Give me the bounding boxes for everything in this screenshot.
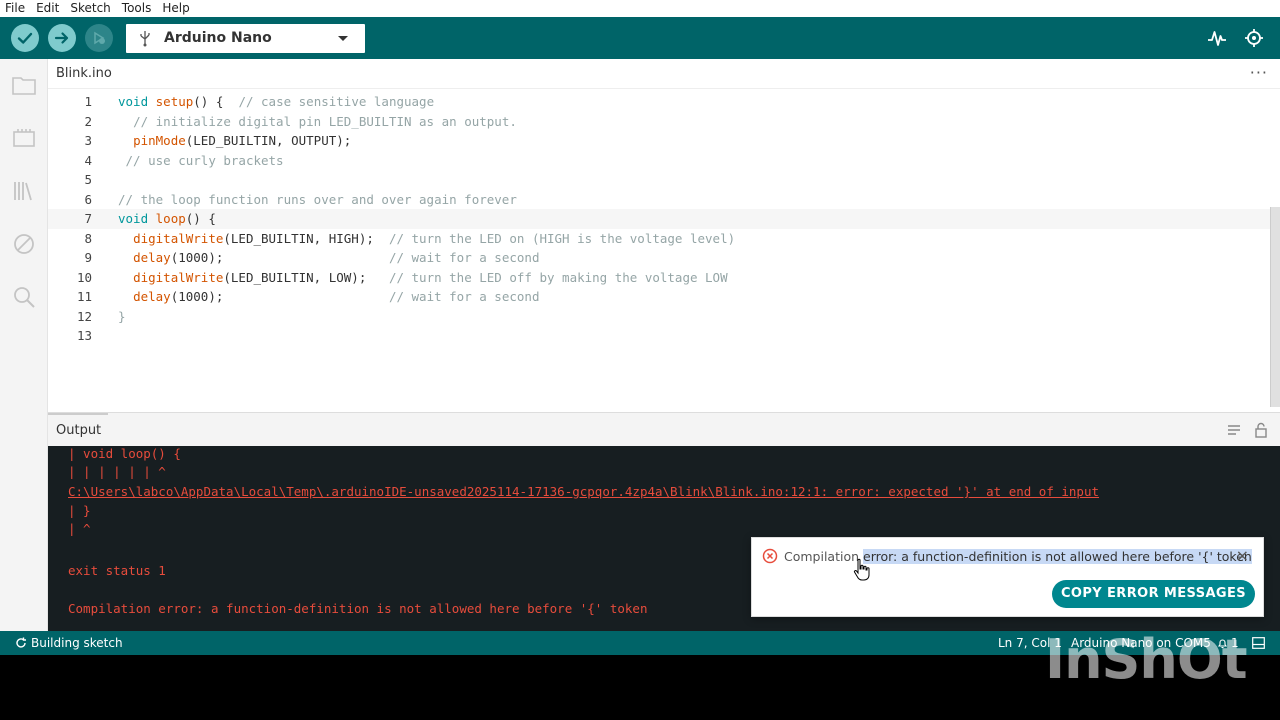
- code-line: 9 delay(1000); // wait for a second: [84, 250, 540, 265]
- toolbar: Arduino Nano: [0, 17, 1280, 59]
- arrow-right-icon: [54, 32, 69, 44]
- toggle-output-icon[interactable]: [1252, 637, 1265, 649]
- lock-icon[interactable]: [1253, 422, 1269, 438]
- code-line: 5: [84, 172, 92, 187]
- hand-cursor-icon: [853, 558, 870, 581]
- resize-handle[interactable]: [48, 413, 108, 415]
- serial-monitor-icon[interactable]: [1243, 27, 1265, 49]
- notification-message-selected: error: a function-definition is not allo…: [863, 549, 1252, 564]
- output-line-error-path: C:\Users\labco\AppData\Local\Temp\.ardui…: [68, 484, 1100, 499]
- menu-file[interactable]: File: [0, 0, 31, 17]
- debug-button[interactable]: [85, 24, 113, 52]
- usb-icon: [140, 31, 150, 47]
- output-header: Output: [48, 412, 1280, 446]
- error-icon: [762, 548, 778, 564]
- code-line: 11 delay(1000); // wait for a second: [76, 289, 540, 304]
- board-name: Arduino Nano: [164, 30, 272, 46]
- output-line: | void loop() {: [68, 446, 181, 461]
- code-line: 1 void setup() { // case sensitive langua…: [84, 94, 435, 109]
- tab-blink-ino[interactable]: Blink.ino: [48, 59, 120, 89]
- menu-tools[interactable]: Tools: [117, 0, 158, 17]
- code-line: 12}: [76, 308, 126, 324]
- output-compilation-error: Compilation error: a function-definition…: [68, 601, 648, 616]
- code-line: 2 // initialize digital pin LED_BUILTIN …: [84, 113, 517, 129]
- search-icon[interactable]: [10, 283, 38, 311]
- error-notification: Compilation error: a function-definition…: [751, 537, 1264, 617]
- status-building-label: Building sketch: [31, 636, 123, 650]
- code-line: 10 digitalWrite(LED_BUILTIN, LOW); // tu…: [76, 269, 728, 285]
- output-line: | }: [68, 503, 91, 518]
- menu-edit[interactable]: Edit: [31, 0, 65, 17]
- inshot-watermark: InShOt: [1045, 628, 1248, 691]
- upload-button[interactable]: [48, 24, 76, 52]
- code-line: 6// the loop function runs over and over…: [84, 191, 517, 207]
- chevron-down-icon: [338, 36, 348, 41]
- output-line: | ^: [68, 521, 91, 536]
- output-line: | | | | | | ^: [68, 464, 166, 479]
- clear-output-icon[interactable]: [1226, 422, 1242, 438]
- code-line: 13: [76, 328, 92, 343]
- folder-icon[interactable]: [10, 71, 38, 99]
- menu-help[interactable]: Help: [157, 0, 195, 17]
- notification-message-prefix: Compilation: [784, 549, 864, 564]
- code-editor[interactable]: 1 void setup() { // case sensitive langua…: [48, 89, 1280, 412]
- menu-bar: File Edit Sketch Tools Help: [0, 0, 1280, 17]
- sidebar: [0, 59, 48, 631]
- status-building: Building sketch: [15, 636, 123, 650]
- output-title: Output: [56, 423, 102, 438]
- code-line: 4 // use curly brackets: [84, 152, 284, 168]
- board-selector[interactable]: Arduino Nano: [126, 24, 365, 53]
- output-exit-status: exit status 1: [68, 563, 166, 578]
- serial-plotter-icon[interactable]: [1206, 27, 1228, 49]
- debug-icon: [94, 31, 105, 45]
- copy-error-messages-button[interactable]: COPY ERROR MESSAGES: [1052, 580, 1255, 608]
- close-icon[interactable]: ×: [1236, 546, 1249, 565]
- library-icon[interactable]: [10, 177, 38, 205]
- editor-scrollbar[interactable]: [1270, 207, 1280, 407]
- refresh-icon: [16, 637, 26, 648]
- code-line-current: 7 void loop() {: [48, 209, 1270, 229]
- menu-sketch[interactable]: Sketch: [65, 0, 116, 17]
- check-icon: [17, 32, 33, 44]
- debug-off-icon[interactable]: [10, 230, 38, 258]
- editor-tabbar: Blink.ino ···: [48, 59, 1280, 89]
- code-line: 3 pinMode(LED_BUILTIN, OUTPUT);: [84, 133, 352, 148]
- board-manager-icon[interactable]: [10, 124, 38, 152]
- more-options-icon[interactable]: ···: [1250, 63, 1268, 82]
- verify-button[interactable]: [11, 24, 39, 52]
- code-line: 8 digitalWrite(LED_BUILTIN, HIGH); // tu…: [84, 230, 736, 246]
